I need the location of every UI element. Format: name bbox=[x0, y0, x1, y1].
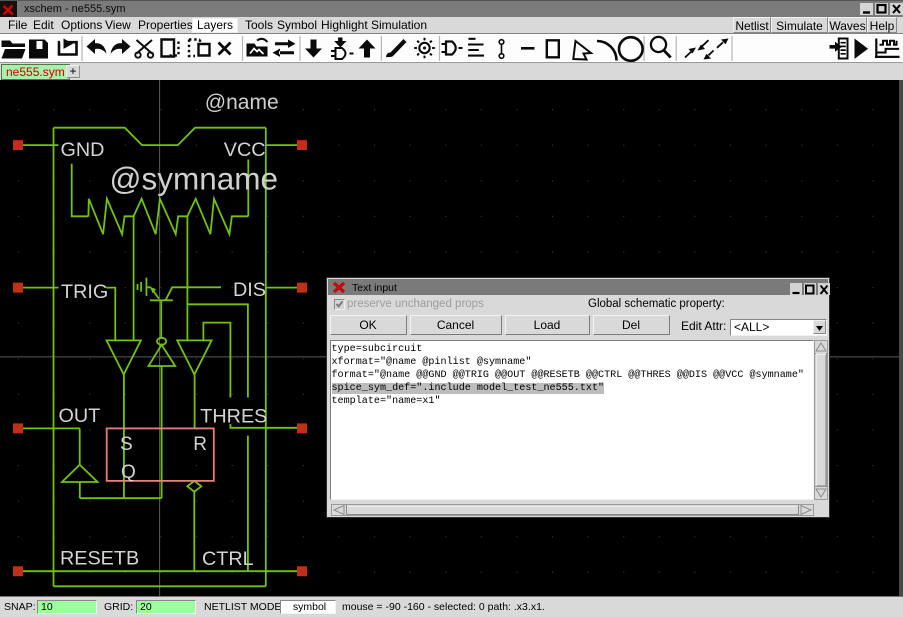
svg-text:THRES: THRES bbox=[200, 406, 267, 428]
svg-text:DIS: DIS bbox=[233, 279, 266, 301]
svg-text:R: R bbox=[193, 434, 207, 455]
svg-text:OUT: OUT bbox=[59, 405, 101, 427]
svg-text:@symname: @symname bbox=[110, 160, 279, 196]
svg-text:Q: Q bbox=[121, 462, 136, 483]
svg-text:@name: @name bbox=[205, 91, 279, 114]
svg-text:VCC: VCC bbox=[224, 139, 266, 161]
svg-text:RESETB: RESETB bbox=[60, 548, 139, 570]
svg-text:TRIG: TRIG bbox=[61, 281, 108, 303]
svg-text:S: S bbox=[120, 434, 133, 455]
svg-text:CTRL: CTRL bbox=[202, 548, 254, 570]
svg-text:GND: GND bbox=[61, 139, 105, 161]
